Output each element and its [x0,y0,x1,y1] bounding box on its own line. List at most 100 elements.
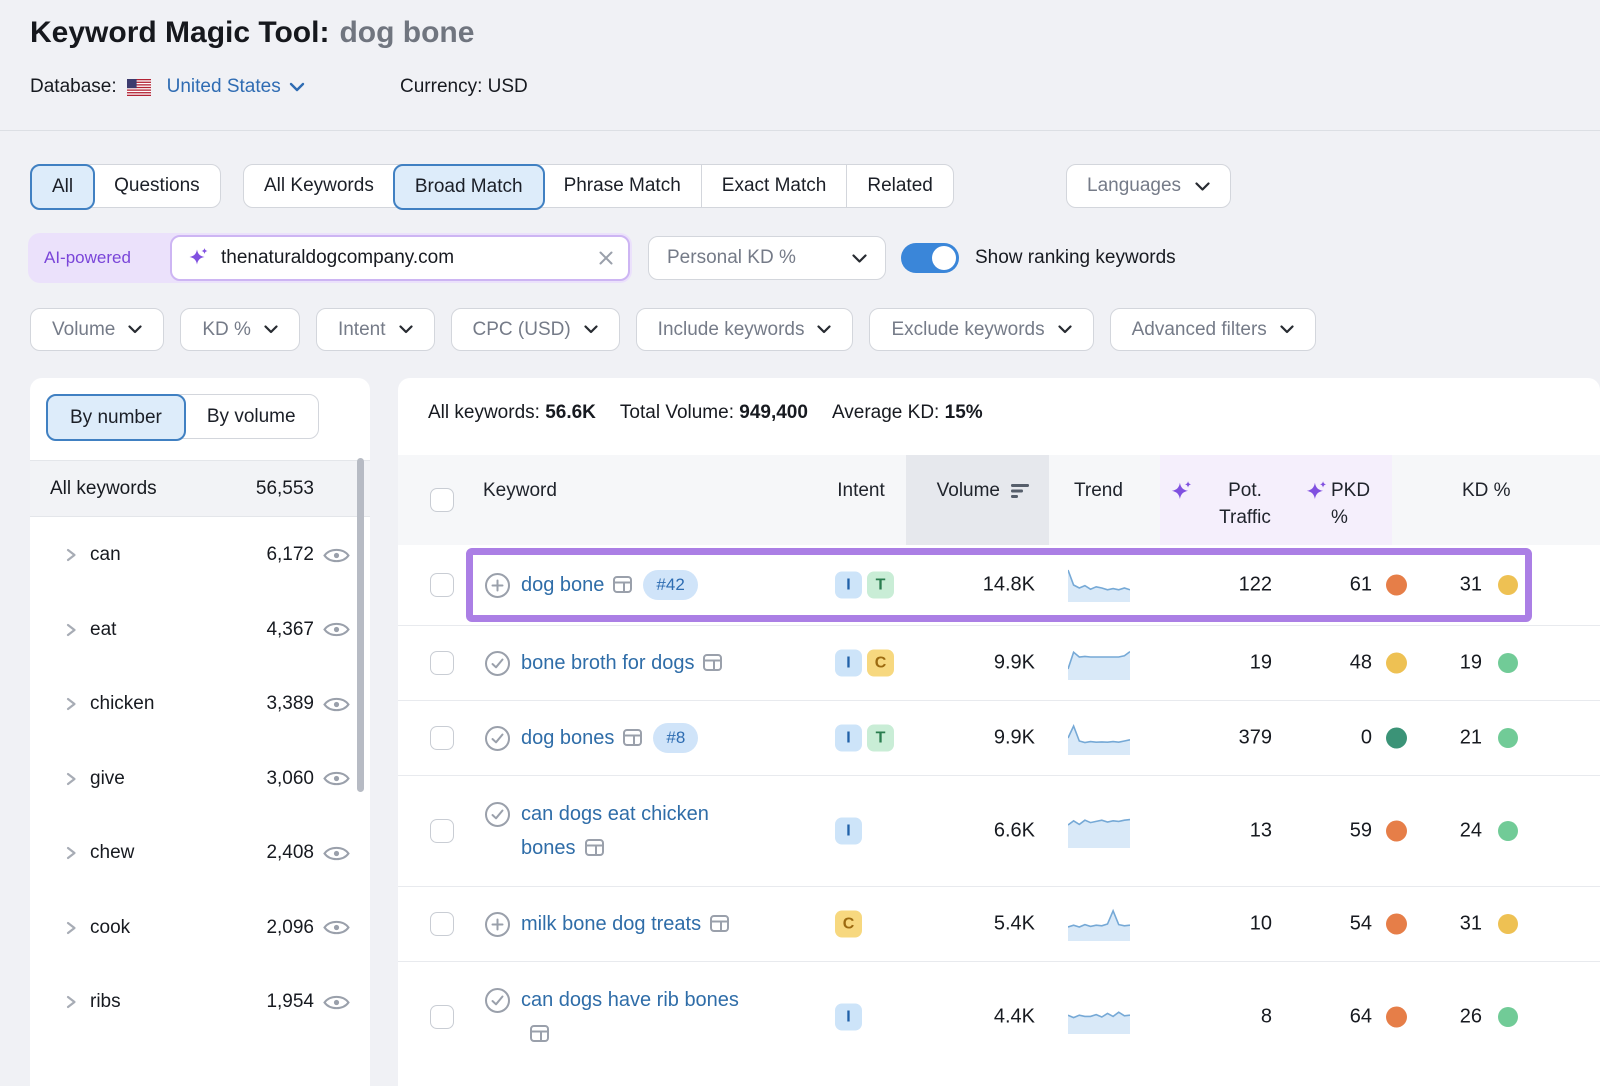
filter-volume[interactable]: Volume [30,308,164,351]
keyword-link-text: can dogs have rib bones [521,989,739,1011]
keyword-link[interactable]: dog bone [521,574,633,596]
keyword-link[interactable]: dog bones [521,727,643,749]
chevron-right-icon[interactable] [64,696,78,712]
keyword-link[interactable]: can dogs eat chicken bones [521,803,709,859]
keyword-link-text: dog bones [521,727,614,749]
personal-kd-dropdown[interactable]: Personal KD % [648,236,886,280]
tab-by-number[interactable]: By number [46,394,186,441]
add-keyword-icon[interactable] [484,572,511,599]
eye-icon[interactable] [323,918,350,937]
row-checkbox[interactable] [430,651,454,675]
filter-intent[interactable]: Intent [316,308,435,351]
filter-cpc[interactable]: CPC (USD) [451,308,620,351]
keyword-link[interactable]: milk bone dog treats [521,913,730,935]
chevron-right-icon[interactable] [64,845,78,861]
show-ranking-keywords-toggle[interactable] [901,243,959,273]
eye-icon[interactable] [323,993,350,1012]
filter-include-keywords[interactable]: Include keywords [636,308,854,351]
table-row: dog bone #42 IT 14.8K 122 61 31 [398,545,1600,625]
keyword-added-icon[interactable] [484,725,511,752]
eye-icon[interactable] [323,695,350,714]
serp-icon[interactable] [612,574,633,595]
group-count: 6,172 [266,544,314,566]
languages-label: Languages [1087,175,1181,197]
group-label: can [90,544,121,566]
all-keywords-row[interactable]: All keywords 56,553 [30,460,370,517]
filter-label: KD % [202,319,251,341]
serp-icon[interactable] [709,913,730,934]
col-pkd[interactable]: PKD % [1331,477,1392,531]
serp-icon[interactable] [584,837,605,858]
intent-badge-I: I [835,818,862,845]
keyword-group-row[interactable]: can 6,172 [30,518,370,593]
keyword-added-icon[interactable] [484,987,511,1014]
domain-input[interactable]: thenaturaldogcompany.com [170,235,630,281]
filter-advanced[interactable]: Advanced filters [1110,308,1316,351]
kd-dot [1498,653,1518,673]
currency-label: Currency: USD [400,76,528,98]
row-checkbox[interactable] [430,573,454,597]
select-all-checkbox[interactable] [430,488,454,512]
row-checkbox[interactable] [430,819,454,843]
chevron-down-icon [128,325,142,334]
page-title-text: Keyword Magic Tool: [30,16,329,49]
col-pot-traffic[interactable]: Pot. Traffic [1205,477,1285,531]
keyword-group-row[interactable]: ribs 1,954 [30,965,370,1040]
all-keywords-label: All keywords [50,478,157,500]
keyword-group-row[interactable]: eat 4,367 [30,593,370,668]
keyword-added-icon[interactable] [484,650,511,677]
row-checkbox[interactable] [430,912,454,936]
keyword-added-icon[interactable] [484,801,511,828]
pot-traffic-value: 19 [1158,652,1272,675]
filter-kd[interactable]: KD % [180,308,300,351]
sidebar-scrollbar[interactable] [357,458,364,792]
serp-icon[interactable] [702,652,723,673]
keyword-group-row[interactable]: chew 2,408 [30,816,370,891]
page-title-query: dog bone [339,16,474,49]
clear-input-icon[interactable] [598,250,614,266]
keyword-group-row[interactable]: chicken 3,389 [30,667,370,742]
serp-icon[interactable] [529,1023,550,1044]
personal-kd-label: Personal KD % [667,247,796,269]
chevron-right-icon[interactable] [64,994,78,1010]
eye-icon[interactable] [323,546,350,565]
eye-icon[interactable] [323,620,350,639]
tab-broad-match[interactable]: Broad Match [393,164,545,210]
keyword-link-text: bone broth for dogs [521,652,694,674]
pot-traffic-value: 10 [1158,913,1272,936]
col-intent[interactable]: Intent [831,477,891,504]
serp-icon[interactable] [622,727,643,748]
col-trend[interactable]: Trend [1074,477,1123,504]
eye-icon[interactable] [323,844,350,863]
sort-descending-icon [1010,483,1032,499]
keyword-link[interactable]: can dogs have rib bones [521,989,739,1045]
chevron-right-icon[interactable] [64,547,78,563]
tab-by-volume[interactable]: By volume [185,395,318,438]
tab-phrase-match[interactable]: Phrase Match [544,165,701,207]
eye-icon[interactable] [323,769,350,788]
filter-exclude-keywords[interactable]: Exclude keywords [869,308,1093,351]
col-keyword[interactable]: Keyword [483,477,557,504]
chevron-down-icon [817,325,831,334]
keyword-group-row[interactable]: cook 2,096 [30,891,370,966]
us-flag-icon [127,79,151,96]
tab-related[interactable]: Related [846,165,953,207]
keyword-link[interactable]: bone broth for dogs [521,652,723,674]
trend-line [1068,570,1130,590]
keyword-group-row[interactable]: give 3,060 [30,742,370,817]
add-keyword-icon[interactable] [484,911,511,938]
tab-questions[interactable]: Questions [94,165,220,207]
group-label: give [90,768,125,790]
tab-all-keywords[interactable]: All Keywords [244,165,394,207]
col-kd[interactable]: KD % [1462,477,1518,504]
row-checkbox[interactable] [430,1005,454,1029]
row-checkbox[interactable] [430,726,454,750]
languages-dropdown[interactable]: Languages [1066,164,1231,208]
tab-exact-match[interactable]: Exact Match [701,165,847,207]
database-selector[interactable]: United States [127,76,305,98]
tab-all[interactable]: All [30,164,95,210]
chevron-right-icon[interactable] [64,622,78,638]
chevron-right-icon[interactable] [64,771,78,787]
chevron-right-icon[interactable] [64,920,78,936]
col-volume-cell[interactable]: Volume [906,455,1049,545]
